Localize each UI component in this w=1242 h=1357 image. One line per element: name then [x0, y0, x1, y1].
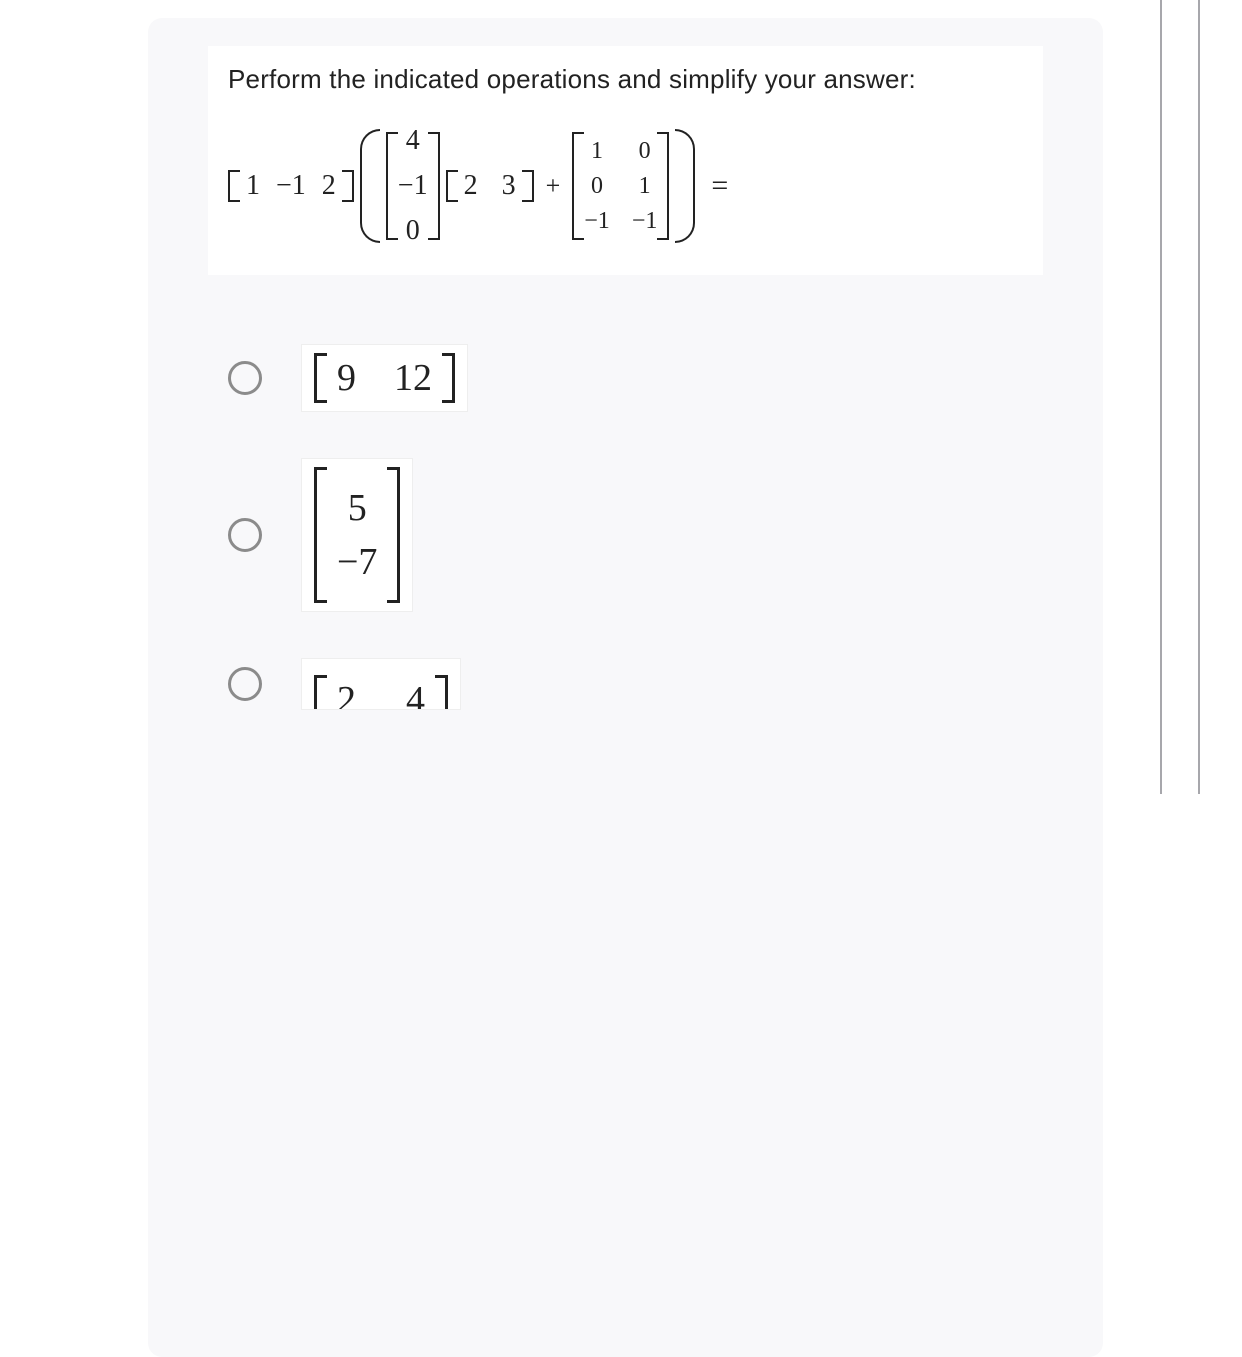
matrix-cell: 2 [458, 170, 484, 202]
matrix-3x2: 1 0 0 1 −1 −1 [572, 132, 669, 240]
matrix-cell: 0 [632, 138, 658, 165]
radio-icon[interactable] [228, 361, 262, 395]
matrix-cell: 1 [632, 173, 658, 200]
option-2[interactable]: 5 −7 [228, 459, 1083, 611]
question-card: Perform the indicated operations and sim… [148, 18, 1103, 1357]
matrix-cell: −7 [337, 540, 377, 584]
options-list: 9 12 5 −7 [228, 345, 1083, 709]
divider [1198, 0, 1200, 794]
page: Perform the indicated operations and sim… [0, 0, 1242, 794]
row-vector: 1 −1 2 [228, 170, 354, 202]
matrix-cell: 4 [406, 678, 425, 709]
option-content: 2 4 [302, 659, 460, 709]
paren-close [675, 129, 695, 243]
matrix-cell: −1 [584, 208, 610, 235]
matrix-cell: −1 [276, 170, 306, 202]
matrix-cell: 1 [240, 170, 266, 202]
matrix-cell: 1 [584, 138, 610, 165]
matrix-cell: 5 [348, 486, 367, 530]
matrix-cell: −1 [632, 208, 658, 235]
paren-open [360, 129, 380, 243]
divider [1160, 0, 1162, 794]
radio-icon[interactable] [228, 667, 262, 701]
matrix-cell: 2 [316, 170, 342, 202]
matrix-cell: 0 [584, 173, 610, 200]
matrix-cell: 0 [400, 209, 426, 254]
question-box: Perform the indicated operations and sim… [208, 46, 1043, 275]
matrix-cell: 2 [337, 678, 356, 709]
option-3[interactable]: 2 4 [228, 659, 1083, 709]
option-1[interactable]: 9 12 [228, 345, 1083, 411]
column-vector: 4 −1 0 [386, 119, 440, 253]
plus-sign: + [546, 171, 561, 201]
expression: 1 −1 2 4 −1 0 [228, 119, 1023, 253]
matrix-cell: 4 [400, 119, 426, 164]
option-content: 5 −7 [302, 459, 412, 611]
option-content: 9 12 [302, 345, 467, 411]
matrix-cell: 3 [496, 170, 522, 202]
question-prompt: Perform the indicated operations and sim… [228, 64, 1023, 95]
row-vector-2: 2 3 [446, 170, 534, 202]
matrix-cell: −1 [398, 164, 428, 209]
matrix-cell: 12 [394, 356, 432, 400]
matrix-cell: 9 [337, 356, 356, 400]
equals-sign: = [711, 169, 728, 203]
radio-icon[interactable] [228, 518, 262, 552]
